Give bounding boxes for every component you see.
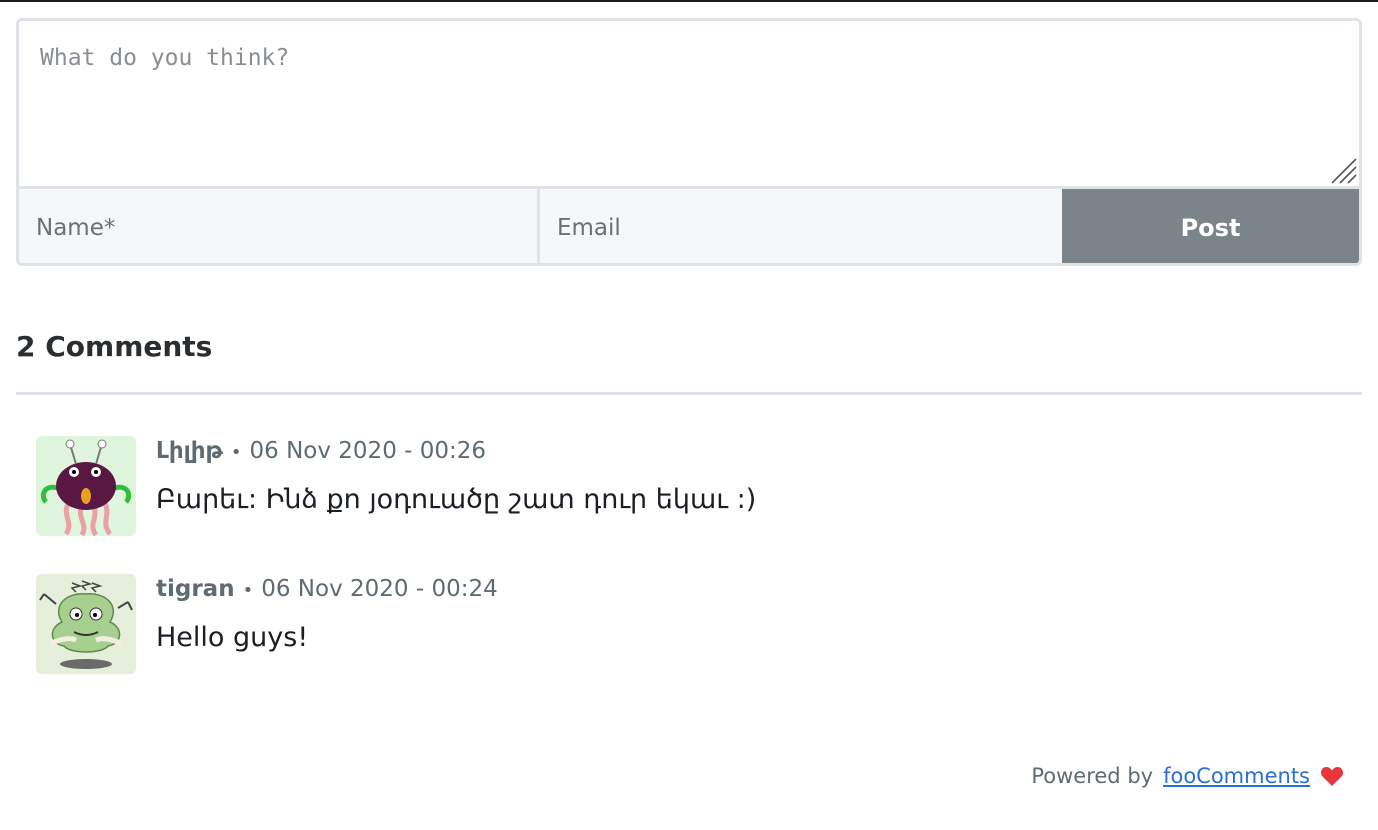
- comment-text: Hello guys!: [156, 622, 309, 653]
- purple-monster-avatar-icon[interactable]: [36, 436, 136, 536]
- heart-icon: [1320, 767, 1344, 786]
- comment-meta: tigran • 06 Nov 2020 - 00:24: [156, 576, 498, 602]
- comment-author[interactable]: tigran: [156, 576, 235, 602]
- comment-author[interactable]: Լիլիթ: [156, 438, 223, 464]
- comment-date: 06 Nov 2020 - 00:24: [261, 576, 498, 602]
- comment-item: Լիլիթ • 06 Nov 2020 - 00:26 Բարեւ: Ինձ քո …: [36, 436, 1336, 536]
- email-field[interactable]: [540, 189, 1062, 263]
- comment-form: Post: [16, 18, 1362, 266]
- comments-count-heading: 2 Comments: [16, 330, 213, 363]
- comment-meta: Լիլիթ • 06 Nov 2020 - 00:26: [156, 438, 486, 464]
- foocomments-link[interactable]: fooComments: [1163, 764, 1310, 788]
- green-monster-avatar-icon[interactable]: [36, 574, 136, 674]
- comment-item: tigran • 06 Nov 2020 - 00:24 Hello guys!: [36, 574, 1336, 674]
- comment-textarea[interactable]: [19, 21, 1359, 186]
- meta-separator: •: [242, 580, 254, 601]
- top-border-line: [0, 0, 1378, 2]
- powered-by-text: Powered by: [1031, 764, 1154, 788]
- comment-date: 06 Nov 2020 - 00:26: [249, 438, 487, 464]
- section-divider: [16, 392, 1362, 395]
- resize-grip-icon[interactable]: [1329, 156, 1357, 184]
- name-field[interactable]: [19, 189, 540, 263]
- post-button[interactable]: Post: [1062, 189, 1359, 263]
- form-bottom-row: Post: [19, 186, 1359, 263]
- powered-by-footer: Powered by fooComments: [1031, 764, 1344, 788]
- comment-text: Բարեւ: Ինձ քո յօդուածը շատ դուր եկաւ :): [156, 484, 757, 515]
- meta-separator: •: [230, 442, 242, 463]
